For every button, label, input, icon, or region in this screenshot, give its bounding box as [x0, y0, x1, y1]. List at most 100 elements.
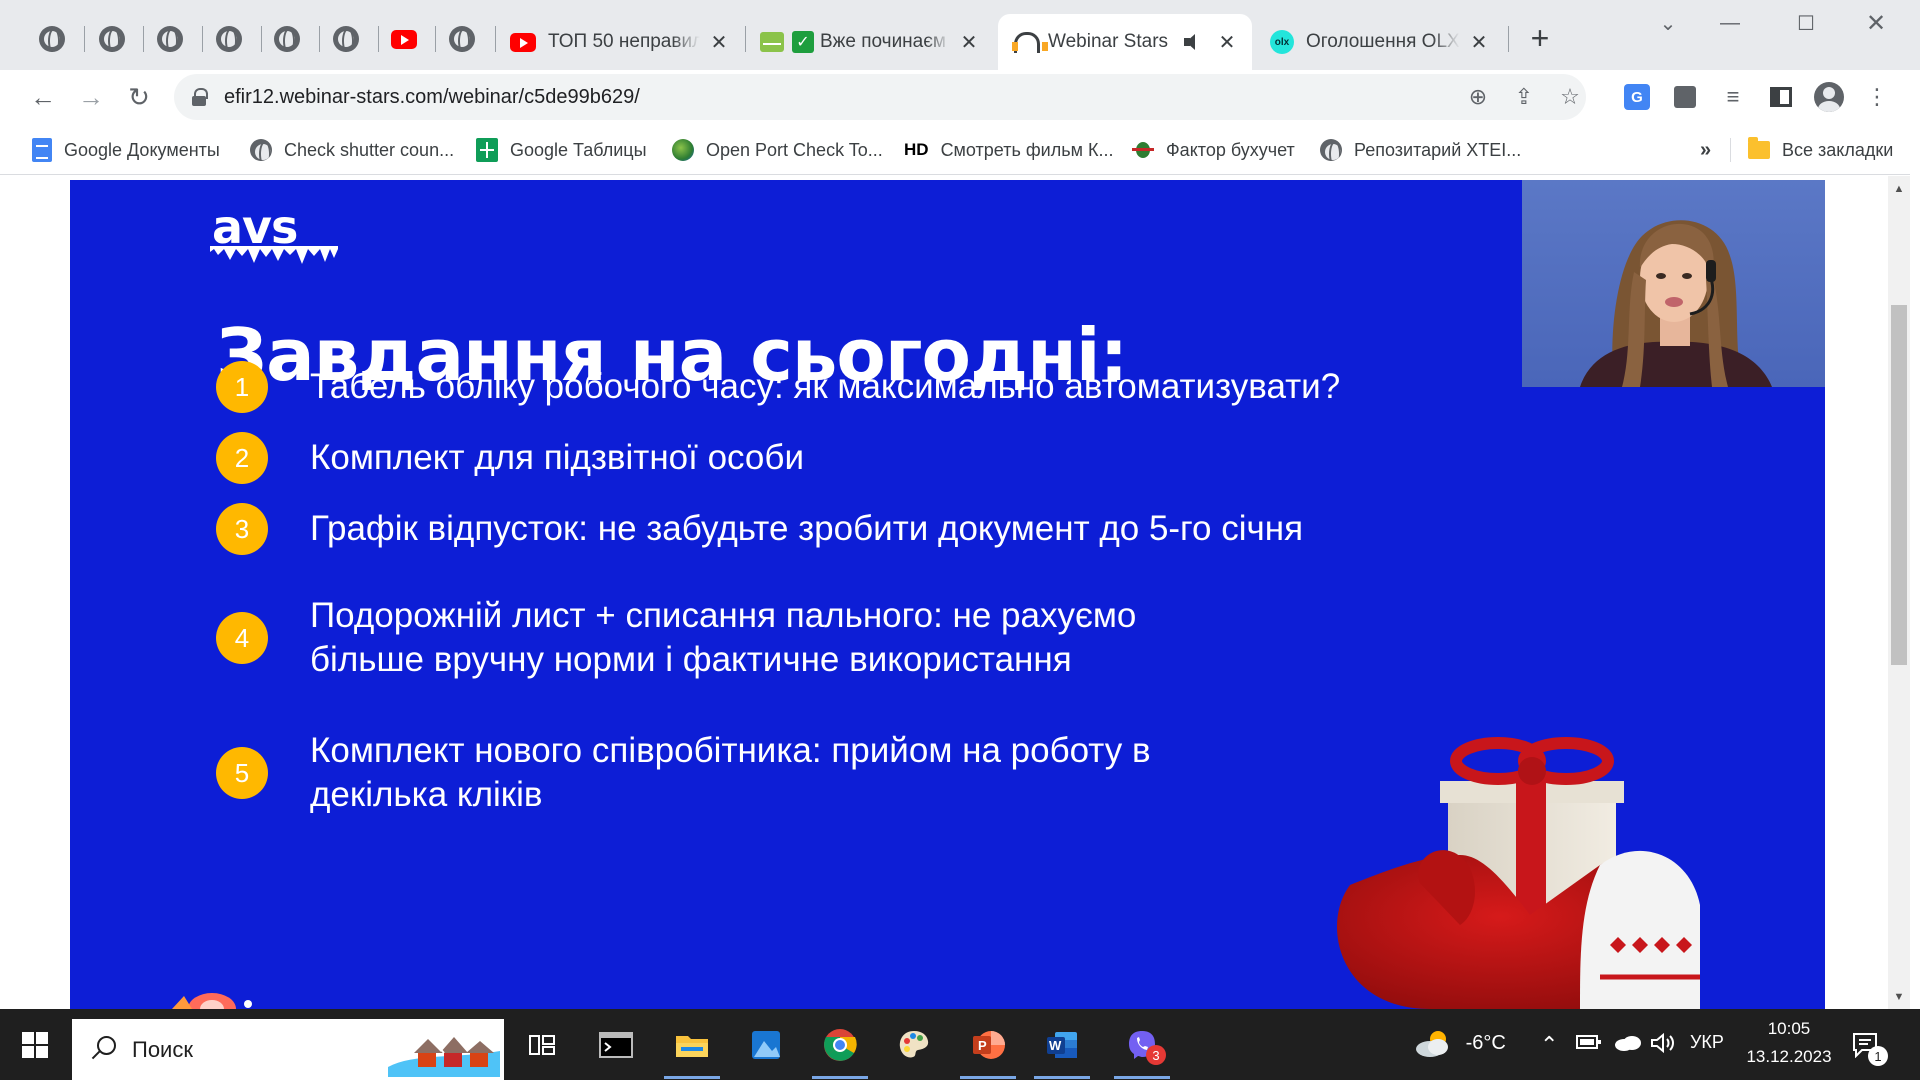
side-panel-button[interactable]	[1764, 80, 1798, 114]
globe-icon	[157, 26, 183, 52]
task-item: 2 Комплект для підзвітної особи	[216, 432, 804, 484]
globe-icon	[99, 26, 125, 52]
windows-start-icon[interactable]	[22, 1032, 48, 1058]
taskbar-search-box[interactable]: Поиск	[72, 1019, 504, 1080]
close-icon[interactable]: ✕	[1468, 30, 1490, 55]
paint-palette-icon	[899, 1031, 929, 1058]
pinned-tab[interactable]	[436, 14, 488, 64]
task-line: Комплект для підзвітної особи	[310, 438, 804, 477]
bookmark-factor-accounting[interactable]: Фактор бухучет	[1132, 135, 1295, 165]
bookmarks-overflow-button[interactable]: »	[1700, 135, 1711, 165]
url-text[interactable]: efir12.webinar-stars.com/webinar/c5de99b…	[224, 86, 640, 109]
battery-icon[interactable]	[1576, 1032, 1602, 1058]
pinned-tab[interactable]	[203, 14, 255, 64]
google-sheets-icon	[476, 138, 498, 162]
bookmark-star-icon[interactable]: ☆	[1554, 81, 1586, 113]
address-bar[interactable]: efir12.webinar-stars.com/webinar/c5de99b…	[174, 74, 1586, 120]
extensions-button[interactable]	[1668, 80, 1702, 114]
reload-button[interactable]: ↻	[120, 78, 158, 116]
tab-olx[interactable]: olx Оголошення OLX.u ✕	[1256, 14, 1504, 70]
chrome-icon	[824, 1029, 857, 1061]
profile-button[interactable]	[1812, 80, 1846, 114]
notification-count-badge: 1	[1868, 1046, 1888, 1066]
scrollbar-thumb[interactable]	[1891, 305, 1907, 665]
tab-webinar-stars[interactable]: Webinar Stars ✕	[998, 14, 1252, 70]
task-item: 4 Подорожній лист + списання пального: н…	[216, 594, 1136, 682]
taskbar-word[interactable]: W	[1034, 1023, 1090, 1079]
maximize-button[interactable]: ☐	[1776, 6, 1836, 40]
weather-widget[interactable]: -6°C	[1412, 1027, 1506, 1059]
taskbar-chrome[interactable]	[812, 1023, 868, 1079]
pinned-tab[interactable]	[26, 14, 78, 64]
weather-temperature: -6°C	[1465, 1031, 1506, 1054]
tab-vzhe-pochynayem[interactable]: ✓ Вже починаєм ✕	[746, 14, 994, 70]
back-button[interactable]: ←	[24, 78, 62, 116]
bookmark-open-port-check[interactable]: Open Port Check To...	[672, 135, 883, 165]
logo-icicles-icon	[210, 246, 338, 264]
bookmark-label: Смотреть фильм К...	[940, 139, 1114, 160]
taskbar-paint[interactable]	[892, 1023, 936, 1067]
all-bookmarks-button[interactable]: Все закладки	[1748, 135, 1893, 165]
browser-toolbar: ← → ↻ efir12.webinar-stars.com/webinar/c…	[0, 70, 1920, 124]
tab-separator	[1508, 26, 1509, 52]
globe-icon	[39, 26, 65, 52]
tab-search-button[interactable]: ⌄	[1638, 6, 1698, 40]
olx-icon: olx	[1270, 30, 1294, 54]
task-line: Графік відпусток: не забудьте зробити до…	[310, 509, 1304, 548]
pinned-tab[interactable]	[86, 14, 138, 64]
task-view-button[interactable]	[520, 1023, 564, 1067]
cloud-icon	[1615, 1036, 1641, 1051]
google-translate-extension[interactable]: G	[1620, 80, 1654, 114]
tab-label: Webinar Stars	[1048, 31, 1169, 52]
speaker-icon[interactable]	[1184, 33, 1204, 51]
task-number-badge: 2	[216, 432, 268, 484]
zoom-icon[interactable]: ⊕	[1462, 81, 1494, 113]
svg-text:P: P	[978, 1038, 987, 1053]
task-number-badge: 5	[216, 747, 268, 799]
taskbar-powerpoint[interactable]: P	[960, 1023, 1016, 1079]
show-hidden-icons-button[interactable]: ⌃	[1540, 1032, 1558, 1058]
scroll-up-arrow[interactable]: ▲	[1890, 180, 1908, 198]
task-line: Подорожній лист + списання пального: не …	[310, 596, 1137, 635]
taskbar-photos[interactable]	[744, 1023, 788, 1067]
photos-icon	[752, 1031, 780, 1059]
tab-label: Вже починаєм	[820, 31, 946, 52]
tab-youtube-video[interactable]: ТОП 50 неправиль ✕	[496, 14, 744, 70]
close-icon[interactable]: ✕	[1216, 30, 1238, 55]
lock-icon[interactable]	[192, 88, 208, 106]
bookmark-google-sheets[interactable]: Google Таблицы	[476, 135, 647, 165]
share-icon[interactable]: ⇪	[1508, 81, 1540, 113]
clock-time: 10:05	[1767, 1019, 1811, 1038]
bookmark-check-shutter[interactable]: Check shutter coun...	[250, 135, 454, 165]
menu-button[interactable]: ⋮	[1860, 80, 1894, 114]
pinned-tab[interactable]	[144, 14, 196, 64]
pinned-tab[interactable]	[378, 14, 430, 64]
bookmark-repository[interactable]: Репозитарий XTEI...	[1320, 135, 1521, 165]
bookmark-movie[interactable]: HD Смотреть фильм К...	[904, 135, 1113, 165]
tab-separator	[84, 26, 85, 52]
pinned-tab[interactable]	[261, 14, 313, 64]
presenter-webcam-video[interactable]	[1522, 180, 1825, 387]
bookmarks-separator	[1730, 138, 1731, 162]
scroll-down-arrow[interactable]: ▼	[1890, 988, 1908, 1006]
pinned-tab[interactable]	[320, 14, 372, 64]
onedrive-icon[interactable]	[1614, 1032, 1642, 1058]
media-controls-button[interactable]: ≡	[1716, 80, 1750, 114]
check-icon: ✓	[792, 31, 814, 53]
taskbar-clock[interactable]: 10:05 13.12.2023	[1734, 1015, 1844, 1071]
taskbar-viber[interactable]: 3	[1114, 1023, 1170, 1079]
taskbar-terminal[interactable]	[594, 1023, 638, 1067]
close-icon[interactable]: ✕	[958, 30, 980, 55]
task-number-badge: 1	[216, 361, 268, 413]
close-icon[interactable]: ✕	[708, 30, 730, 55]
input-language-indicator[interactable]: УКР	[1690, 1032, 1724, 1053]
bookmark-google-docs[interactable]: Google Документы	[32, 135, 220, 165]
volume-icon[interactable]	[1650, 1032, 1676, 1060]
forward-button[interactable]: →	[72, 78, 110, 116]
notification-center-button[interactable]: 1	[1852, 1032, 1888, 1066]
close-window-button[interactable]: ✕	[1846, 6, 1906, 40]
new-tab-button[interactable]: +	[1522, 20, 1558, 56]
minimize-button[interactable]: —	[1700, 6, 1760, 40]
taskbar-file-explorer[interactable]	[664, 1023, 720, 1079]
side-panel-icon	[1770, 87, 1792, 107]
